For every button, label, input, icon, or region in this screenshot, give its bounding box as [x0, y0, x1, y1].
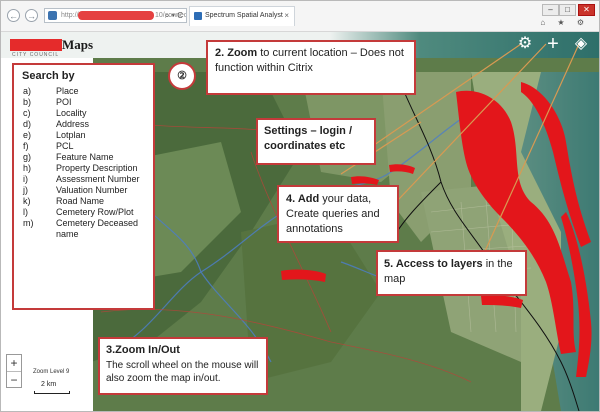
- close-button[interactable]: ✕: [578, 4, 595, 16]
- zoom-callout-title: 2. Zoom: [215, 47, 258, 59]
- search-badge[interactable]: ②: [168, 62, 196, 90]
- list-item: m) Cemetery Deceased name: [23, 218, 139, 239]
- list-item: f) PCL: [23, 141, 74, 151]
- list-item: b) POI: [23, 97, 72, 107]
- add-button[interactable]: +: [543, 34, 563, 54]
- layers-callout: 5. Access to layers in the map: [376, 250, 527, 296]
- zoom-level-label: Zoom Level 9: [33, 369, 70, 375]
- browser-chrome: ← → http:// 10/connect/analyst/mob ⌕ ▾ C…: [1, 1, 599, 32]
- tab-favicon-icon: [194, 12, 202, 20]
- list-item: h) Property Description: [23, 163, 138, 173]
- redaction-mark: [78, 11, 154, 20]
- browser-toolbar-icons[interactable]: ⌂ ★ ⚙: [540, 18, 589, 27]
- list-item: a) Place: [23, 86, 79, 96]
- maximize-button[interactable]: □: [559, 4, 576, 16]
- list-item: e) Lotplan: [23, 130, 86, 140]
- zoom-out-button[interactable]: −: [7, 372, 21, 388]
- list-item: d) Address: [23, 119, 90, 129]
- tab-close-icon[interactable]: ×: [284, 7, 289, 25]
- scale-label: 2 km: [41, 381, 57, 388]
- redaction-mark: [10, 39, 62, 51]
- zoomio-callout-title: 3.Zoom In/Out: [106, 344, 180, 356]
- settings-callout-text: Settings – login / coordinates etc: [264, 125, 353, 152]
- app-logo: Maps CITY COUNCIL: [6, 37, 124, 59]
- list-item: i) Assessment Number: [23, 174, 140, 184]
- back-button[interactable]: ←: [7, 9, 20, 22]
- tab-title: Spectrum Spatial Analyst: [205, 12, 283, 19]
- add-data-callout: 4. Add your data, Create queries and ann…: [277, 185, 399, 243]
- list-item: j) Valuation Number: [23, 185, 128, 195]
- browser-tab[interactable]: Spectrum Spatial Analyst ×: [189, 6, 295, 26]
- list-item: g) Feature Name: [23, 152, 114, 162]
- logo-text: Maps: [62, 37, 94, 52]
- search-by-title: Search by: [22, 70, 75, 82]
- settings-callout: Settings – login / coordinates etc: [256, 118, 376, 165]
- list-item: l) Cemetery Row/Plot: [23, 207, 134, 217]
- page-icon: [48, 11, 57, 20]
- zoom-in-button[interactable]: +: [7, 355, 21, 372]
- logo-subtitle: CITY COUNCIL: [12, 52, 60, 58]
- address-tools[interactable]: ⌕ ▾ C: [165, 9, 183, 22]
- zoom-callout: 2. Zoom to current location – Does not f…: [206, 40, 416, 95]
- layers-callout-title: 5. Access to layers: [384, 258, 483, 270]
- scale-bar: [34, 391, 70, 394]
- address-text-start: http://: [61, 12, 79, 19]
- layers-icon[interactable]: ◈: [571, 34, 591, 54]
- list-item: k) Road Name: [23, 196, 105, 206]
- address-bar[interactable]: http:// 10/connect/analyst/mob ⌕ ▾ C: [44, 8, 187, 23]
- list-item: c) Locality: [23, 108, 87, 118]
- minimize-button[interactable]: –: [542, 4, 559, 16]
- zoom-in-out-callout: 3.Zoom In/Out The scroll wheel on the mo…: [98, 337, 268, 395]
- zoomio-callout-text: The scroll wheel on the mouse will also …: [106, 360, 259, 384]
- forward-button[interactable]: →: [25, 9, 38, 22]
- settings-gear-icon[interactable]: ⚙: [515, 34, 535, 54]
- zoom-control: + −: [6, 354, 22, 388]
- search-by-list: a) Place b) POI c) Locality d) Address e) Lot…: [23, 86, 153, 240]
- window-frame: ← → http:// 10/connect/analyst/mob ⌕ ▾ C…: [0, 0, 600, 412]
- search-by-callout: Search by a) Place b) POI c) Locality d) Add…: [12, 63, 155, 310]
- add-callout-title: 4. Add: [286, 193, 320, 205]
